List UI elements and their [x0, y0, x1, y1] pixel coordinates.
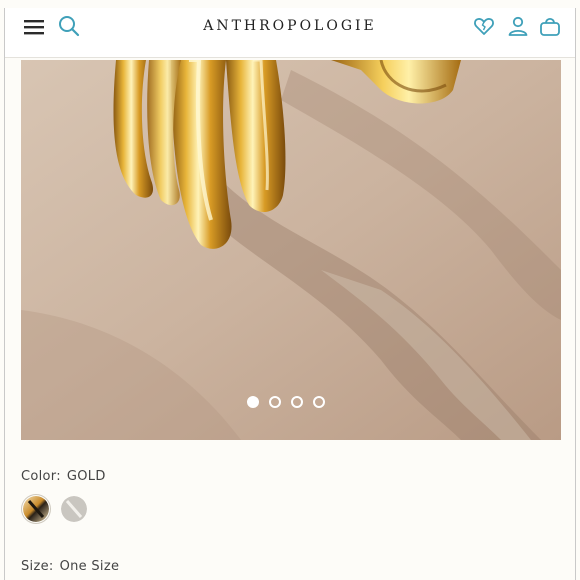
- size-selection-label: Size: One Size: [21, 559, 119, 574]
- carousel-dot[interactable]: [291, 396, 303, 408]
- size-label: Size:: [21, 559, 54, 574]
- carousel-dot[interactable]: [269, 396, 281, 408]
- shopping-bag-icon[interactable]: [538, 14, 562, 38]
- gold-swatch[interactable]: [23, 496, 49, 522]
- carousel-dot[interactable]: [247, 396, 259, 408]
- color-value: GOLD: [66, 469, 106, 484]
- color-selection-label: Color: GOLD: [21, 469, 106, 484]
- heart-icon[interactable]: [472, 14, 496, 38]
- menu-icon[interactable]: [23, 16, 45, 38]
- page-frame: ANTHROPOLOGIE Color: GOLD Size: One Size: [4, 8, 576, 580]
- gold-swatch-graphic: [23, 496, 49, 522]
- product-photo-gold-hoop-earrings: [21, 60, 561, 440]
- size-value: One Size: [59, 559, 120, 574]
- carousel-dot[interactable]: [313, 396, 325, 408]
- product-image-carousel[interactable]: [21, 60, 561, 440]
- carousel-pagination: [247, 396, 325, 408]
- top-nav-bar: ANTHROPOLOGIE: [5, 8, 575, 58]
- silver-swatch-graphic: [61, 496, 87, 522]
- color-swatches: [23, 496, 87, 522]
- account-icon[interactable]: [506, 14, 530, 38]
- color-label: Color:: [21, 469, 61, 484]
- brand-logo[interactable]: ANTHROPOLOGIE: [203, 18, 377, 34]
- search-icon[interactable]: [57, 14, 81, 38]
- silver-swatch[interactable]: [61, 496, 87, 522]
